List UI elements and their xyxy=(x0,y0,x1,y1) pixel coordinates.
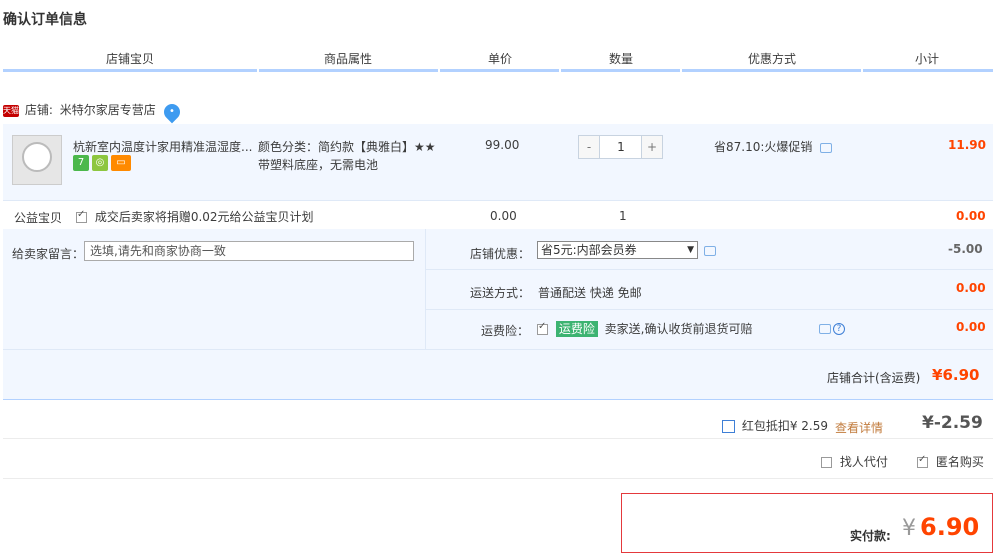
payment-label: 实付款: xyxy=(850,529,891,543)
shipping-amount: 0.00 xyxy=(956,281,986,295)
insurance-amount: 0.00 xyxy=(956,320,986,334)
redpacket-amount: -2.59 xyxy=(933,413,983,433)
guarantee-icon: ◎ xyxy=(92,155,108,171)
product-title-link[interactable]: 杭新室内温度计家用精准温湿度... xyxy=(73,138,253,155)
discount-text: 省87.10:火爆促销 xyxy=(714,140,813,154)
row-divider xyxy=(3,200,993,201)
quantity-input[interactable]: 1 xyxy=(600,136,642,158)
redpacket-value: ¥-2.59 xyxy=(922,413,983,433)
insurance-checkbox xyxy=(537,321,548,335)
row-divider xyxy=(426,309,993,310)
message-label: 给卖家留言： xyxy=(12,247,85,261)
header-divider xyxy=(682,69,861,72)
page-title: 确认订单信息 xyxy=(3,12,87,28)
quantity-plus-button[interactable]: + xyxy=(641,136,662,158)
shop-discount-detail-icon[interactable] xyxy=(704,246,716,256)
header-divider xyxy=(863,69,993,72)
insurance-label: 运费险： xyxy=(481,324,530,338)
table-header: 店铺宝贝 商品属性 单价 数量 优惠方式 小计 xyxy=(3,50,993,68)
charity-quantity: 1 xyxy=(619,209,627,223)
charity-text: 成交后卖家将捐赠0.02元给公益宝贝计划 xyxy=(94,210,314,224)
seven-day-return-icon: 7 xyxy=(73,155,89,171)
payment-currency: ¥ xyxy=(902,516,916,541)
charity-checkbox xyxy=(76,209,87,223)
column-discount: 优惠方式 xyxy=(748,52,797,66)
shop-discount-amount: -5.00 xyxy=(948,242,983,256)
product-attribute-line-2: 带塑料底座，无需电池 xyxy=(258,158,379,172)
tmall-badge: 天猫 xyxy=(3,104,19,117)
shop-label: 店铺: xyxy=(24,103,53,117)
redpacket-checkbox[interactable] xyxy=(722,420,735,433)
product-attribute-line-1: 颜色分类：简约款【典雅白】★★ xyxy=(258,140,436,154)
shop-total-label: 店铺合计(含运费) xyxy=(827,371,921,385)
redpacket-label: 红包抵扣¥ 2.59 xyxy=(741,419,828,433)
column-attributes: 商品属性 xyxy=(324,52,373,66)
column-shop-item: 店铺宝贝 xyxy=(106,52,155,66)
item-subtotal: 11.90 xyxy=(948,138,986,152)
insurance-tag: 运费险 xyxy=(555,321,598,337)
redpacket-detail-link[interactable]: 查看详情 xyxy=(835,419,883,436)
column-quantity: 数量 xyxy=(609,52,634,66)
row-divider xyxy=(426,269,993,270)
header-divider xyxy=(440,69,559,72)
shop-discount-selected: 省5元:内部会员券 xyxy=(541,243,637,257)
redpacket-option: 红包抵扣¥ 2.59 xyxy=(722,417,828,434)
charity-price: 0.00 xyxy=(490,209,517,223)
discount-detail-icon[interactable] xyxy=(820,142,833,153)
column-price: 单价 xyxy=(488,52,513,66)
payment-amount: 6.90 xyxy=(920,513,980,541)
row-divider xyxy=(3,478,993,479)
service-badges: 7 ◎ ▭ xyxy=(73,155,134,171)
insurance-text: 卖家送,确认收货前退货可赔 xyxy=(604,322,753,336)
unit-price: 99.00 xyxy=(485,138,520,152)
anonymous-checkbox[interactable] xyxy=(917,454,928,468)
row-divider xyxy=(3,349,993,350)
shop-total-value: ¥6.90 xyxy=(932,366,979,384)
shop-row: 天猫 店铺: 米特尔家居专营店 • xyxy=(3,100,183,124)
insurance-info: 运费险 卖家送,确认收货前退货可赔 xyxy=(537,320,753,337)
quantity-stepper: - 1 + xyxy=(578,135,663,159)
quantity-minus-button[interactable]: - xyxy=(579,136,600,158)
proxy-pay-option: 找人代付 xyxy=(821,453,888,470)
proxy-pay-checkbox[interactable] xyxy=(821,457,832,468)
header-divider xyxy=(259,69,438,72)
section-divider xyxy=(3,399,993,400)
product-thumbnail[interactable] xyxy=(12,135,62,185)
chat-icon[interactable]: • xyxy=(160,100,183,124)
redpacket-currency: ¥ xyxy=(922,413,934,433)
insurance-message-icon[interactable] xyxy=(819,324,831,334)
header-divider xyxy=(561,69,680,72)
anonymous-label: 匿名购买 xyxy=(935,455,984,469)
shop-discount-label: 店铺优惠： xyxy=(470,247,531,261)
shop-total-amount: 6.90 xyxy=(942,366,980,384)
seller-message-input[interactable]: 选填,请先和商家协商一致 xyxy=(84,241,414,261)
item-panel xyxy=(3,124,993,200)
header-divider xyxy=(3,69,257,72)
shop-total-currency: ¥ xyxy=(932,366,943,384)
proxy-pay-label: 找人代付 xyxy=(839,455,888,469)
column-divider xyxy=(425,229,426,349)
shop-discount-select[interactable]: 省5元:内部会员券 ▼ xyxy=(537,241,698,259)
chevron-down-icon: ▼ xyxy=(687,245,694,255)
discount-info: 省87.10:火爆促销 xyxy=(714,138,833,155)
credit-card-icon: ▭ xyxy=(111,155,131,171)
payment-box: 实付款: ¥ 6.90 xyxy=(621,493,993,553)
help-icon[interactable]: ? xyxy=(833,323,845,335)
shop-name-link[interactable]: 米特尔家居专营店 xyxy=(60,103,156,117)
shipping-label: 运送方式： xyxy=(470,286,531,300)
shipping-value: 普通配送 快递 免邮 xyxy=(538,286,642,300)
column-subtotal: 小计 xyxy=(915,52,940,66)
row-divider xyxy=(3,438,993,439)
anonymous-option: 匿名购买 xyxy=(917,453,984,470)
charity-label: 公益宝贝 xyxy=(14,211,63,225)
charity-subtotal: 0.00 xyxy=(956,209,986,223)
charity-info: 成交后卖家将捐赠0.02元给公益宝贝计划 xyxy=(76,208,314,225)
